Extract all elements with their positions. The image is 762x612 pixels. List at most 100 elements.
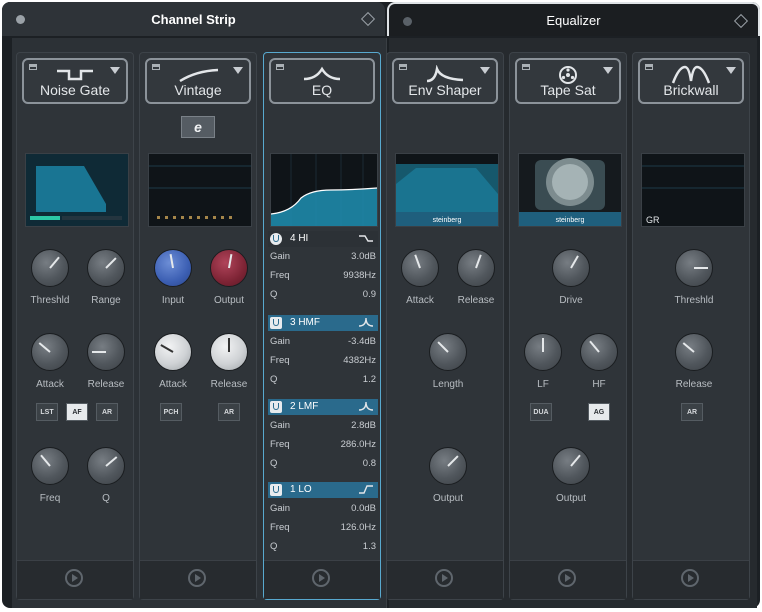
q-knob[interactable] <box>87 447 125 485</box>
lst-button[interactable]: LST <box>36 403 58 421</box>
diamond-icon[interactable] <box>733 13 749 29</box>
pch-button[interactable]: PCH <box>160 403 182 421</box>
bypass-icon[interactable] <box>276 64 284 70</box>
module-selector-env-shaper[interactable]: Env Shaper <box>392 58 498 104</box>
freq-knob[interactable] <box>31 447 69 485</box>
power-icon[interactable] <box>435 569 453 587</box>
release-knob[interactable] <box>457 249 495 287</box>
range-knob[interactable] <box>87 249 125 287</box>
eq-band-4-hi[interactable]: 4 HI <box>268 231 378 247</box>
chevron-down-icon[interactable] <box>726 67 736 74</box>
power-icon[interactable] <box>312 569 330 587</box>
eq-row-gain: Gain -3.4dB <box>270 336 376 347</box>
eq-band-3-hmf[interactable]: 3 HMF <box>268 315 378 331</box>
envelope-display: steinberg <box>395 153 499 227</box>
chevron-down-icon[interactable] <box>110 67 120 74</box>
input-knob[interactable] <box>154 249 192 287</box>
dua-button[interactable]: DUA <box>530 403 552 421</box>
module-selector-tape-sat[interactable]: Tape Sat <box>515 58 621 104</box>
freq-label: Freq <box>39 493 61 504</box>
eq-row-q: Q 0.8 <box>270 458 376 469</box>
chevron-down-icon[interactable] <box>233 67 243 74</box>
bypass-icon[interactable] <box>522 64 530 70</box>
ar-button[interactable]: AR <box>96 403 118 421</box>
freq-value[interactable]: 126.0Hz <box>341 522 376 533</box>
freq-value[interactable]: 9938Hz <box>343 270 376 281</box>
gain-value[interactable]: 0.0dB <box>351 503 376 514</box>
power-icon[interactable] <box>65 569 83 587</box>
tab-dot-icon <box>16 15 25 24</box>
bypass-icon[interactable] <box>399 64 407 70</box>
bypass-icon[interactable] <box>152 64 160 70</box>
peak-icon[interactable] <box>358 316 374 328</box>
release-label: Release <box>457 295 495 306</box>
hf-knob[interactable] <box>580 333 618 371</box>
release-label: Release <box>87 379 125 390</box>
q-value[interactable]: 0.8 <box>363 458 376 469</box>
chevron-down-icon[interactable] <box>480 67 490 74</box>
release-knob[interactable] <box>675 333 713 371</box>
power-icon[interactable] <box>558 569 576 587</box>
module-name: Env Shaper <box>408 82 482 98</box>
threshold-knob[interactable] <box>675 249 713 287</box>
gain-value[interactable]: 2.8dB <box>351 420 376 431</box>
freq-value[interactable]: 4382Hz <box>343 355 376 366</box>
module-selector-vintage[interactable]: Vintage <box>145 58 251 104</box>
q-value[interactable]: 1.3 <box>363 541 376 552</box>
af-button[interactable]: AF <box>66 403 88 421</box>
drive-knob[interactable] <box>552 249 590 287</box>
ar-button[interactable]: AR <box>681 403 703 421</box>
release-knob[interactable] <box>87 333 125 371</box>
hf-label: HF <box>592 379 606 390</box>
output-knob[interactable] <box>552 447 590 485</box>
low-shelf-icon[interactable] <box>358 483 374 495</box>
module-selector-brickwall[interactable]: Brickwall <box>638 58 744 104</box>
q-value[interactable]: 1.2 <box>363 374 376 385</box>
module-noise-gate: Noise Gate Threshld Range Attack Release… <box>16 52 134 600</box>
peak-icon[interactable] <box>358 400 374 412</box>
diamond-icon[interactable] <box>360 11 376 27</box>
tab-channel-strip[interactable]: Channel Strip <box>2 2 385 36</box>
lf-knob[interactable] <box>524 333 562 371</box>
length-knob[interactable] <box>429 333 467 371</box>
output-knob[interactable] <box>210 249 248 287</box>
band-power-icon[interactable] <box>270 317 282 329</box>
freq-value[interactable]: 286.0Hz <box>341 439 376 450</box>
threshold-label: Threshld <box>674 295 714 306</box>
q-value[interactable]: 0.9 <box>363 289 376 300</box>
band-power-icon[interactable] <box>270 401 282 413</box>
output-knob[interactable] <box>429 447 467 485</box>
gain-value[interactable]: 3.0dB <box>351 251 376 262</box>
attack-label: Attack <box>159 379 187 390</box>
power-icon[interactable] <box>188 569 206 587</box>
module-tape-sat: Tape Sat steinberg Drive LF HF DUA AG Ou… <box>509 52 627 600</box>
band-power-icon[interactable] <box>270 484 282 496</box>
high-shelf-icon[interactable] <box>358 232 374 244</box>
eq-band-2-lmf[interactable]: 2 LMF <box>268 399 378 415</box>
module-selector-noise-gate[interactable]: Noise Gate <box>22 58 128 104</box>
eq-row-q: Q 0.9 <box>270 289 376 300</box>
steinberg-logo: steinberg <box>432 217 462 224</box>
release-knob[interactable] <box>210 333 248 371</box>
gr-label: GR <box>646 215 660 225</box>
threshold-knob[interactable] <box>31 249 69 287</box>
attack-knob[interactable] <box>401 249 439 287</box>
ar-button[interactable]: AR <box>218 403 240 421</box>
gain-value[interactable]: -3.4dB <box>348 336 376 347</box>
attack-knob[interactable] <box>31 333 69 371</box>
eq-band-1-lo[interactable]: 1 LO <box>268 482 378 498</box>
bypass-icon[interactable] <box>645 64 653 70</box>
chevron-down-icon[interactable] <box>603 67 613 74</box>
tab-dot-icon <box>403 17 412 26</box>
tab-equalizer[interactable]: Equalizer <box>387 2 760 36</box>
module-name: Brickwall <box>663 82 719 98</box>
ag-button[interactable]: AG <box>588 403 610 421</box>
eq-row-freq: Freq 286.0Hz <box>270 439 376 450</box>
bypass-icon[interactable] <box>29 64 37 70</box>
module-selector-eq[interactable]: EQ <box>269 58 375 104</box>
band-power-icon[interactable] <box>270 233 282 245</box>
power-icon[interactable] <box>681 569 699 587</box>
envelope-icon <box>426 65 464 83</box>
edit-button[interactable]: e <box>181 116 215 138</box>
attack-knob[interactable] <box>154 333 192 371</box>
